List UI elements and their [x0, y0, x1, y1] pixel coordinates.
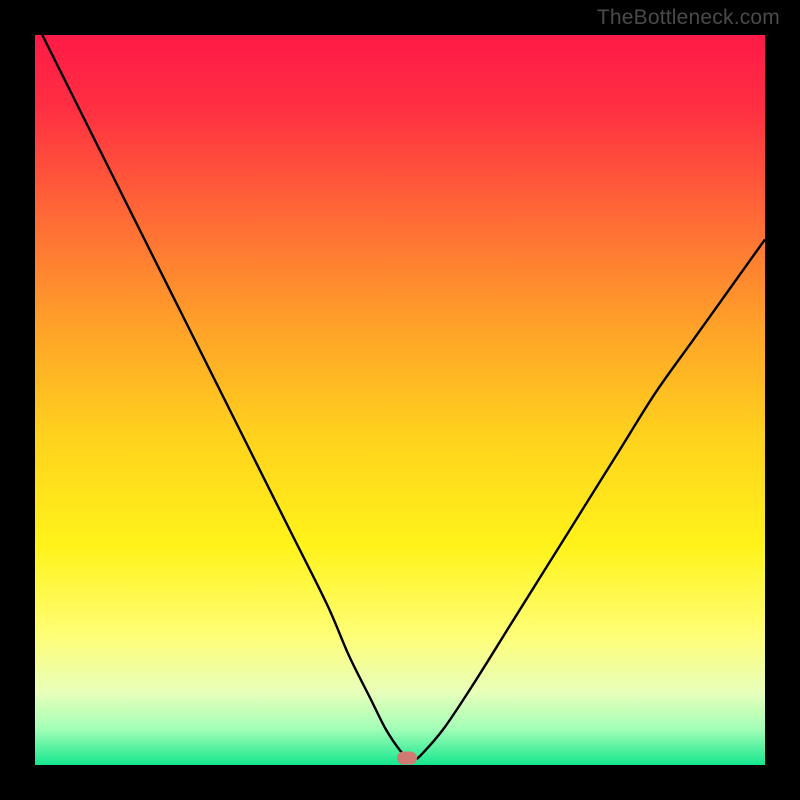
chart-curve — [35, 35, 765, 765]
chart-plot-area — [35, 35, 765, 765]
outer-frame: TheBottleneck.com — [0, 0, 800, 800]
min-point-marker — [397, 751, 417, 764]
watermark-text: TheBottleneck.com — [597, 6, 780, 30]
